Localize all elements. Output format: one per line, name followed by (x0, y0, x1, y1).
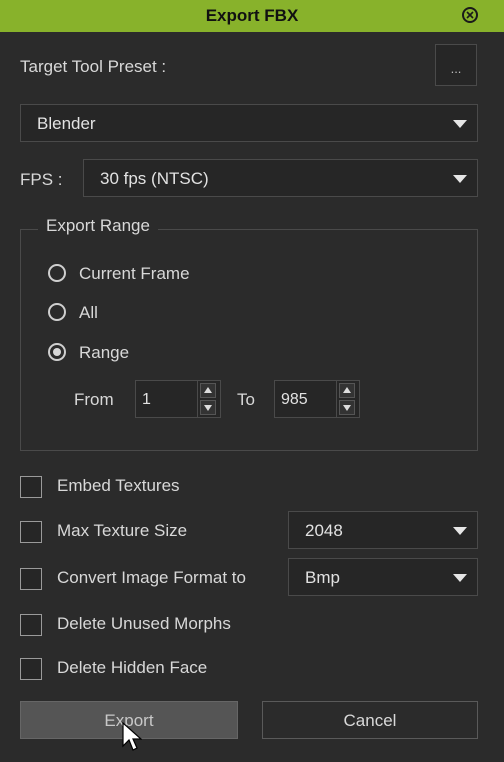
to-label: To (237, 390, 255, 409)
preset-more-button[interactable]: ... (435, 44, 477, 86)
chevron-down-icon (453, 120, 467, 128)
max-texture-size-value: 2048 (305, 521, 343, 540)
max-texture-size-label: Max Texture Size (57, 521, 188, 540)
radio-selected-dot (53, 348, 61, 356)
from-value: 1 (142, 391, 151, 408)
close-icon[interactable] (462, 7, 478, 23)
delete-unused-morphs-label: Delete Unused Morphs (57, 614, 231, 633)
embed-textures-checkbox[interactable] (20, 476, 42, 498)
chevron-down-icon (453, 175, 467, 183)
convert-image-format-label: Convert Image Format to (57, 568, 246, 587)
radio-range-label: Range (79, 343, 130, 362)
to-value: 985 (281, 391, 308, 408)
delete-hidden-face-label: Delete Hidden Face (57, 658, 208, 677)
radio-current-frame[interactable] (48, 264, 66, 282)
from-spin-buttons (197, 381, 220, 417)
image-format-dropdown[interactable]: Bmp (288, 558, 478, 596)
chevron-down-icon (453, 574, 467, 582)
radio-all[interactable] (48, 303, 66, 321)
from-spinbox[interactable]: 1 (135, 380, 221, 418)
fps-dropdown-value: 30 fps (NTSC) (100, 169, 209, 188)
window-title: Export FBX (205, 6, 299, 25)
fps-label: FPS : (20, 170, 63, 189)
cancel-button[interactable]: Cancel (262, 701, 478, 739)
export-range-group (20, 229, 478, 451)
chevron-down-icon (453, 527, 467, 535)
target-tool-preset-label: Target Tool Preset : (20, 57, 167, 76)
preset-dropdown[interactable]: Blender (20, 104, 478, 142)
from-label: From (74, 390, 114, 409)
radio-range[interactable] (48, 343, 66, 361)
to-decrement-button[interactable] (339, 400, 355, 415)
fps-dropdown[interactable]: 30 fps (NTSC) (83, 159, 478, 197)
title-bar: Export FBX (0, 0, 504, 32)
to-spinbox[interactable]: 985 (274, 380, 360, 418)
image-format-value: Bmp (305, 568, 340, 587)
embed-textures-label: Embed Textures (57, 476, 180, 495)
to-spin-buttons (336, 381, 359, 417)
max-texture-size-dropdown[interactable]: 2048 (288, 511, 478, 549)
convert-image-format-checkbox[interactable] (20, 568, 42, 590)
radio-all-label: All (79, 303, 98, 322)
mouse-cursor-icon (122, 722, 142, 751)
max-texture-size-checkbox[interactable] (20, 521, 42, 543)
from-decrement-button[interactable] (200, 400, 216, 415)
from-increment-button[interactable] (200, 383, 216, 398)
delete-hidden-face-checkbox[interactable] (20, 658, 42, 680)
export-range-legend: Export Range (38, 216, 158, 236)
delete-unused-morphs-checkbox[interactable] (20, 614, 42, 636)
radio-current-frame-label: Current Frame (79, 264, 190, 283)
preset-dropdown-value: Blender (37, 114, 96, 133)
to-increment-button[interactable] (339, 383, 355, 398)
